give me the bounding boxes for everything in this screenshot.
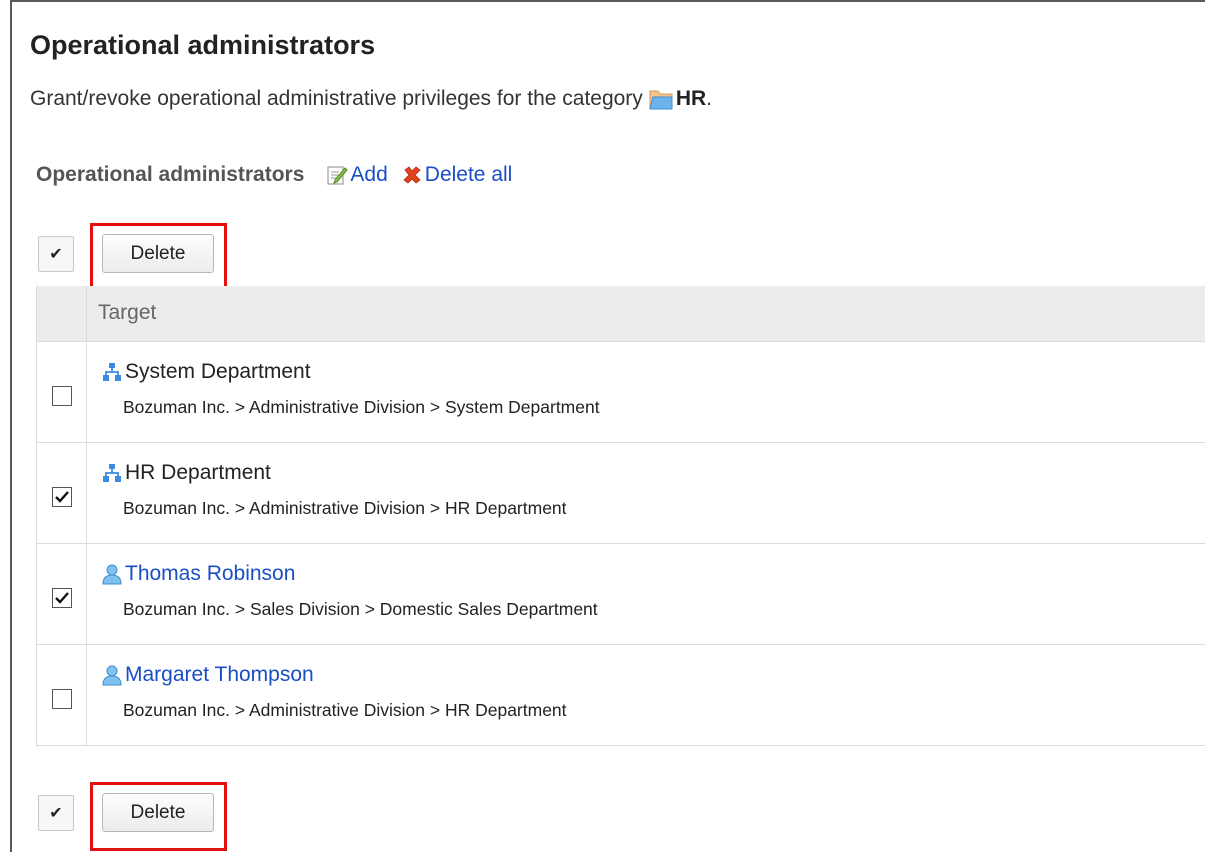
row-checkbox-cell: [36, 644, 87, 746]
row-checkbox-cell: [36, 543, 87, 645]
table-row: Margaret Thompson Bozuman Inc. > Administ…: [36, 644, 1205, 746]
target-name-line: Thomas Robinson: [101, 562, 1205, 586]
organization-path: Bozuman Inc. > Administrative Division >…: [123, 497, 567, 518]
row-checkbox-cell: [36, 442, 87, 544]
target-column-header: Target: [86, 286, 1205, 342]
target-cell: System Department Bozuman Inc. > Administ…: [86, 341, 1205, 443]
delete-all-action[interactable]: Delete all: [388, 163, 513, 187]
row-checkbox[interactable]: [51, 486, 72, 507]
org-chart-icon: [101, 361, 123, 383]
checkmark-icon: ✔: [49, 245, 63, 263]
row-checkbox[interactable]: [51, 587, 72, 608]
check-all-button[interactable]: ✔: [38, 235, 74, 272]
user-icon: [101, 563, 123, 585]
department-name: System Department: [125, 359, 311, 383]
highlight-box: Delete: [90, 782, 227, 851]
organization-path: Bozuman Inc. > Sales Division > Domestic…: [123, 598, 598, 619]
table-header-row: Target: [36, 286, 1205, 342]
user-name-link[interactable]: Margaret Thompson: [125, 663, 314, 687]
add-link[interactable]: Add: [350, 163, 387, 187]
category-name: HR: [675, 87, 707, 110]
user-name-link[interactable]: Thomas Robinson: [125, 562, 295, 586]
page-description: Grant/revoke operational administrative …: [30, 87, 712, 111]
target-name-line: HR Department: [101, 461, 1205, 485]
delete-all-link[interactable]: Delete all: [425, 163, 513, 187]
delete-button[interactable]: Delete: [102, 793, 214, 832]
add-action[interactable]: Add: [304, 163, 388, 187]
highlight-box: Delete: [90, 223, 227, 292]
table-row: System Department Bozuman Inc. > Administ…: [36, 341, 1205, 443]
target-name-line: System Department: [101, 360, 1205, 384]
description-period: .: [706, 87, 712, 110]
folder-icon: [649, 90, 673, 110]
page-title: Operational administrators: [30, 30, 376, 60]
administrators-table: Target System Department Bozuman Inc. > A…: [36, 286, 1205, 746]
top-toolbar: ✔ Delete: [38, 219, 227, 292]
row-checkbox[interactable]: [51, 385, 72, 406]
delete-button[interactable]: Delete: [102, 234, 214, 273]
checkbox-column-header: [36, 286, 87, 342]
user-icon: [101, 664, 123, 686]
target-cell: Thomas Robinson Bozuman Inc. > Sales Divi…: [86, 543, 1205, 645]
table-row: HR Department Bozuman Inc. > Administrati…: [36, 442, 1205, 544]
red-x-icon: [403, 166, 421, 184]
target-cell: Margaret Thompson Bozuman Inc. > Administ…: [86, 644, 1205, 746]
description-text: Grant/revoke operational administrative …: [30, 87, 643, 110]
organization-path: Bozuman Inc. > Administrative Division >…: [123, 699, 567, 720]
department-name: HR Department: [125, 460, 271, 484]
org-chart-icon: [101, 462, 123, 484]
section-title: Operational administrators: [36, 163, 305, 186]
row-checkbox[interactable]: [51, 688, 72, 709]
section-header: Operational administrators Add Delete al…: [36, 163, 512, 187]
target-name-line: Margaret Thompson: [101, 663, 1205, 687]
table-row: Thomas Robinson Bozuman Inc. > Sales Divi…: [36, 543, 1205, 645]
check-all-button[interactable]: ✔: [38, 794, 74, 831]
organization-path: Bozuman Inc. > Administrative Division >…: [123, 396, 600, 417]
table-body: System Department Bozuman Inc. > Administ…: [36, 341, 1205, 746]
bottom-toolbar: ✔ Delete: [38, 778, 227, 851]
row-checkbox-cell: [36, 341, 87, 443]
edit-icon: [327, 166, 349, 185]
checkmark-icon: ✔: [49, 804, 63, 822]
target-cell: HR Department Bozuman Inc. > Administrati…: [86, 442, 1205, 544]
